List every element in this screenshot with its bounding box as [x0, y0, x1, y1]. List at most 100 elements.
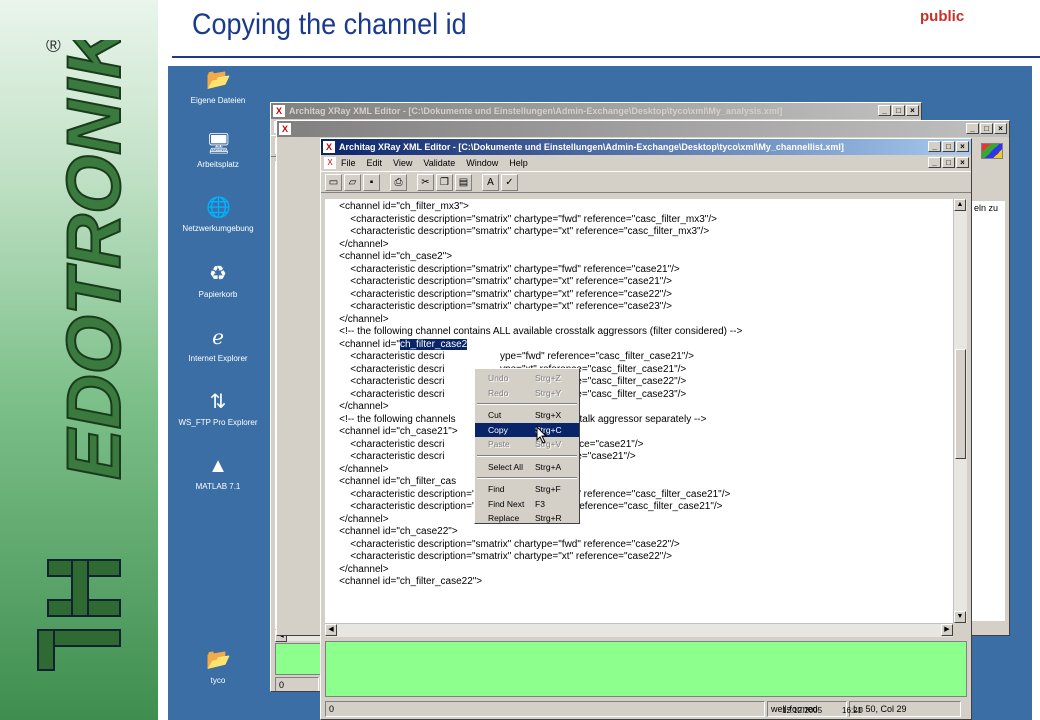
front-hscrollbar[interactable]: ◀ ▶: [325, 623, 953, 637]
doc-restore-button[interactable]: □: [942, 157, 955, 168]
validate-icon[interactable]: ✓: [501, 173, 518, 191]
font-icon[interactable]: A: [482, 173, 499, 191]
context-menu-find[interactable]: Find Strg+F: [475, 482, 579, 497]
menu-view[interactable]: View: [393, 155, 412, 171]
maximize-button[interactable]: □: [942, 141, 955, 152]
menu-item-shortcut: Strg+X: [535, 410, 562, 420]
menu-file[interactable]: File: [341, 155, 356, 171]
menu-item-label: Undo: [488, 373, 509, 383]
context-menu-cut[interactable]: Cut Strg+X: [475, 408, 579, 423]
middle-side-panel: eln zu: [971, 201, 1005, 621]
context-menu-undo: Undo Strg+Z: [475, 371, 579, 386]
new-file-icon[interactable]: ▭: [325, 173, 342, 191]
time-text: 16:21: [842, 706, 863, 715]
close-button[interactable]: ×: [956, 141, 969, 152]
status-position: Ln 50, Col 29: [849, 701, 961, 717]
context-menu-select-all[interactable]: Select All Strg+A: [475, 460, 579, 475]
paste-icon[interactable]: ▤: [455, 173, 472, 191]
context-menu[interactable]: Undo Strg+Z Redo Strg+Y Cut Strg+X Copy Strg+C P…: [474, 368, 580, 524]
scroll-up-icon[interactable]: ▲: [954, 199, 966, 211]
scroll-down-icon[interactable]: ▼: [954, 611, 966, 623]
vscroll-thumb[interactable]: [955, 349, 966, 459]
menu-validate[interactable]: Validate: [423, 155, 455, 171]
desktop-icon-arbeitsplatz[interactable]: 🖥 Arbeitsplatz: [170, 132, 266, 169]
ftp-icon: ⇅: [209, 391, 227, 413]
context-menu-find-next[interactable]: Find Next F3: [475, 497, 579, 512]
selected-text[interactable]: ch_filter_case2: [399, 338, 468, 350]
xray-app-icon: X: [323, 141, 335, 153]
doc-close-button[interactable]: ×: [956, 157, 969, 168]
context-menu-replace[interactable]: Replace Strg+R: [475, 511, 579, 526]
desktop-icon-label: WS_FTP Pro Explorer: [178, 418, 258, 427]
front-vscrollbar[interactable]: ▲ ▼: [953, 199, 967, 623]
minimize-button[interactable]: _: [878, 105, 891, 116]
desktop-icon-label: Eigene Dateien: [190, 96, 246, 105]
close-button[interactable]: ×: [906, 105, 919, 116]
code-line: <characteristic description="smatrix" ch…: [328, 214, 953, 227]
code-line-text: <channel id="ch_case21">: [328, 426, 458, 437]
code-line-text: <characteristic description="smatrix" ch…: [328, 213, 717, 225]
copy-icon[interactable]: ❐: [436, 173, 453, 191]
save-icon[interactable]: ▪: [363, 173, 380, 191]
maximize-button[interactable]: □: [980, 123, 993, 134]
menu-help[interactable]: Help: [509, 155, 528, 171]
code-line: <characteristic descri ype="xt" referenc…: [328, 364, 953, 377]
menu-item-shortcut: Strg+A: [535, 461, 562, 472]
open-folder-icon[interactable]: ▱: [344, 173, 361, 191]
doc-minimize-button[interactable]: _: [928, 157, 941, 168]
menu-item-shortcut: Strg+R: [535, 513, 562, 523]
scroll-left-icon[interactable]: ◀: [325, 624, 337, 636]
matlab-icon: ▲: [208, 455, 228, 477]
ie-icon: ℯ: [212, 327, 224, 349]
cut-icon[interactable]: ✂: [417, 173, 434, 191]
code-line-text: <characteristic description="smatrix" ch…: [328, 551, 672, 562]
front-code-area[interactable]: <channel id="ch_filter_mx3"> <characteri…: [325, 199, 953, 623]
desktop-icon-tyco[interactable]: 📂 tyco: [170, 648, 266, 685]
code-line-text: </channel>: [328, 238, 389, 250]
desktop-icon-label: MATLAB 7.1: [195, 482, 241, 491]
code-line-text: <characteristic description="smatrix" ch…: [328, 276, 672, 287]
code-line-text: <channel id="ch_case22">: [328, 526, 458, 537]
close-button[interactable]: ×: [994, 123, 1007, 134]
front-window-toolbar: ▭ ▱ ▪ ⎙ ✂ ❐ ▤ A ✓: [321, 171, 971, 193]
minimize-button[interactable]: _: [966, 123, 979, 134]
desktop-icon-label: Papierkorb: [198, 290, 238, 299]
maximize-button[interactable]: □: [892, 105, 905, 116]
code-line-text: </channel>: [328, 513, 389, 525]
desktop-icon-matlab-7-1[interactable]: ▲ MATLAB 7.1: [170, 454, 266, 491]
desktop-icon-internet-explorer[interactable]: ℯ Internet Explorer: [170, 326, 266, 363]
code-line: </channel>: [328, 564, 953, 577]
minimize-button[interactable]: _: [928, 141, 941, 152]
menu-item-label: Find: [488, 484, 505, 494]
back-window-titlebar[interactable]: X Architag XRay XML Editor - [C:\Dokumen…: [271, 103, 921, 119]
scroll-right-icon[interactable]: ▶: [941, 624, 953, 636]
desktop-icon-ws-ftp-pro-explorer[interactable]: ⇅ WS_FTP Pro Explorer: [170, 390, 266, 427]
middle-window-titlebar[interactable]: X _ □ ×: [277, 121, 1009, 137]
menu-item-label: Replace: [488, 513, 520, 523]
front-window-titlebar[interactable]: X Architag XRay XML Editor - [C:\Dokumen…: [321, 139, 971, 155]
menu-separator: [477, 477, 577, 479]
menu-item-label: Cut: [488, 410, 502, 420]
code-line: </channel>: [328, 464, 953, 477]
desktop-icon-netzwerkumgebung[interactable]: 🌐 Netzwerkumgebung: [170, 196, 266, 233]
print-icon[interactable]: ⎙: [390, 173, 407, 191]
desktop-icon-papierkorb[interactable]: ♻ Papierkorb: [170, 262, 266, 299]
code-line: <characteristic description="smatrix" ch…: [328, 226, 953, 239]
status-left: 0: [325, 701, 765, 717]
code-line-text: <characteristic description="smatrix" ch…: [328, 538, 680, 550]
menu-window[interactable]: Window: [466, 155, 498, 171]
code-line: <characteristic descri ype="fwd" referen…: [328, 439, 953, 452]
front-editor-window[interactable]: X Architag XRay XML Editor - [C:\Dokumen…: [320, 138, 972, 720]
folder-icon: 📂: [206, 69, 231, 91]
menu-separator: [477, 403, 577, 405]
edotronik-logo: EDOTRONIK ®: [37, 40, 138, 671]
code-line-text: </channel>: [328, 463, 389, 475]
code-line-text: </channel>: [328, 401, 389, 412]
context-menu-copy[interactable]: Copy Strg+C: [475, 422, 579, 437]
menu-item-shortcut: Strg+Y: [535, 387, 562, 398]
code-line-text: <channel id="ch_case2">: [328, 251, 453, 262]
xray-app-icon: X: [273, 105, 285, 117]
back-statusbar: 0: [275, 677, 323, 691]
menu-edit[interactable]: Edit: [367, 155, 383, 171]
desktop-icon-eigene-dateien[interactable]: 📂 Eigene Dateien: [170, 68, 266, 105]
